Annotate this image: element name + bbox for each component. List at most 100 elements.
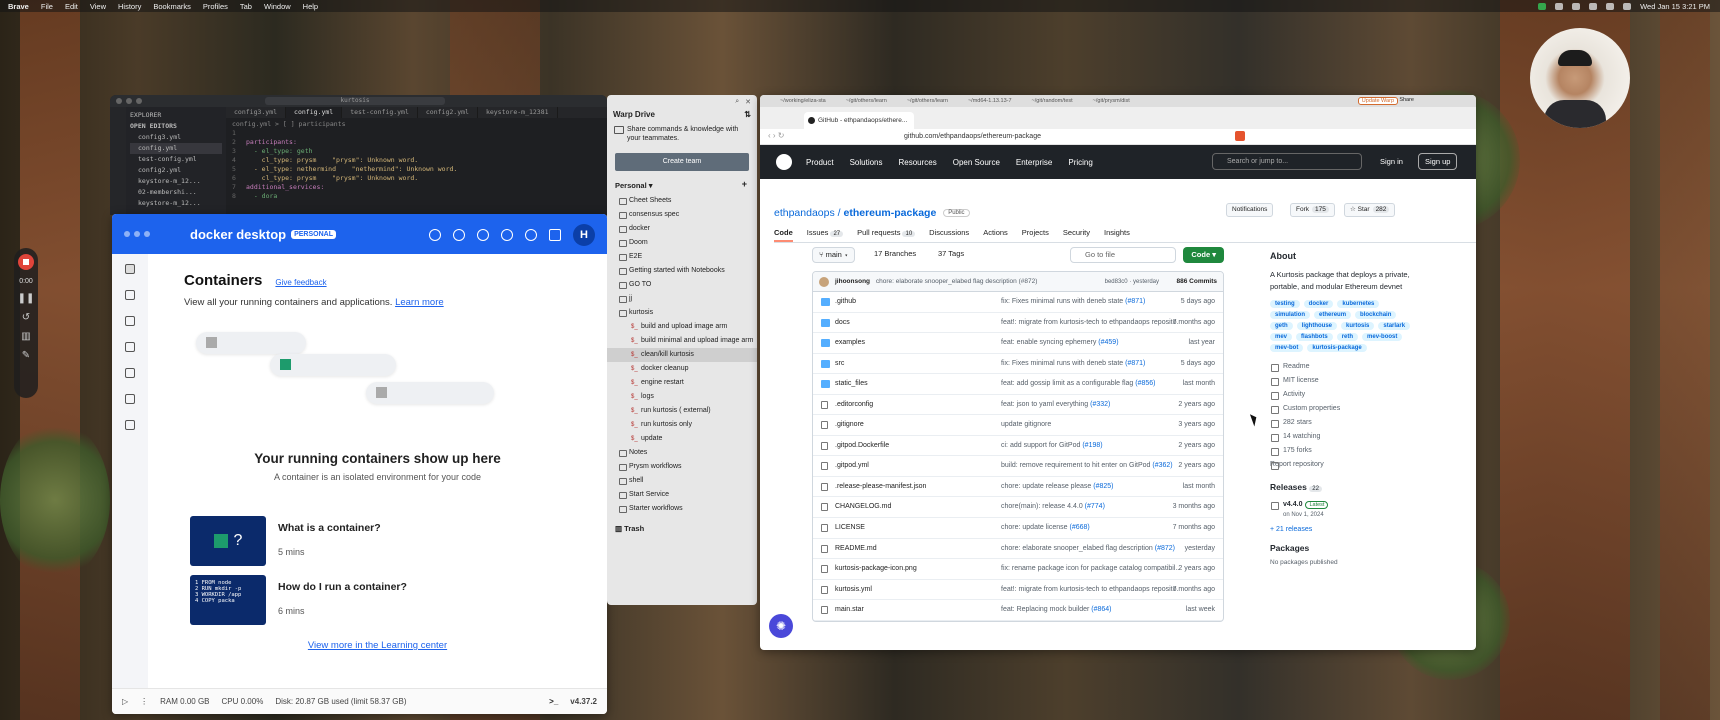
file-name-link[interactable]: kurtosis-package-icon.png bbox=[835, 559, 917, 579]
table-row[interactable]: src fix: Fixes minimal runs with deneb st… bbox=[813, 354, 1223, 375]
table-row[interactable]: .gitignore update gitignore 3 years ago bbox=[813, 415, 1223, 436]
topic-tag[interactable]: blockchain bbox=[1355, 311, 1397, 319]
table-row[interactable]: examples feat: enable syncing ephemery (#… bbox=[813, 333, 1223, 354]
topic-tag[interactable]: mev bbox=[1270, 333, 1293, 341]
pause-icon[interactable]: ❚❚ bbox=[18, 293, 35, 304]
warp-workflow-item[interactable]: engine restart bbox=[607, 376, 757, 390]
more-releases-link[interactable]: + 21 releases bbox=[1270, 526, 1420, 533]
warp-workflow-item[interactable]: update bbox=[607, 432, 757, 446]
commit-author[interactable]: jihoonsong bbox=[835, 278, 870, 285]
builds-icon[interactable] bbox=[125, 342, 135, 352]
commit-message-link[interactable]: feat!: migrate from kurtosis-tech to eth… bbox=[1001, 580, 1179, 600]
nav-solutions[interactable]: Solutions bbox=[850, 158, 883, 167]
window-close-button[interactable] bbox=[116, 98, 122, 104]
control-center-icon[interactable] bbox=[1623, 2, 1632, 10]
menu-window[interactable]: Window bbox=[264, 2, 291, 11]
commit-message-link[interactable]: fix: Fixes minimal runs with deneb state… bbox=[1001, 292, 1145, 312]
github-tab[interactable]: GitHub - ethpandaops/ethere... bbox=[804, 112, 914, 129]
topic-tag[interactable]: flashbots bbox=[1296, 333, 1333, 341]
gear-icon[interactable] bbox=[525, 229, 537, 241]
images-icon[interactable] bbox=[125, 290, 135, 300]
menu-history[interactable]: History bbox=[118, 2, 141, 11]
menubar-clock[interactable]: Wed Jan 15 3:21 PM bbox=[1640, 2, 1710, 11]
stop-recording-button[interactable] bbox=[18, 254, 34, 270]
report-repository-link[interactable]: Report repository bbox=[1270, 458, 1420, 472]
about-link[interactable]: MIT license bbox=[1270, 374, 1420, 388]
open-editors-header[interactable]: OPEN EDITORS bbox=[130, 121, 222, 132]
file-name-link[interactable]: docs bbox=[835, 313, 850, 333]
warp-folder-item[interactable]: jj bbox=[607, 292, 757, 306]
table-row[interactable]: main.star feat: Replacing mock builder (#… bbox=[813, 600, 1223, 621]
editor-tab[interactable]: config2.yml bbox=[418, 107, 478, 118]
window-minimize-button[interactable] bbox=[134, 231, 140, 237]
lesson-title[interactable]: How do I run a container? bbox=[278, 581, 407, 593]
search-icon[interactable]: ⌕ bbox=[735, 98, 739, 106]
pen-icon[interactable]: ✎ bbox=[22, 350, 30, 361]
file-name-link[interactable]: examples bbox=[835, 333, 865, 353]
editor-breadcrumb[interactable]: config.yml > [ ] participants bbox=[232, 120, 601, 129]
battery-icon[interactable] bbox=[1606, 2, 1615, 10]
play-icon[interactable]: ▷ bbox=[122, 697, 128, 706]
editor-tab[interactable]: config.yml bbox=[286, 107, 343, 118]
table-row[interactable]: .release-please-manifest.json chore: upda… bbox=[813, 477, 1223, 498]
pr-link[interactable]: (#864) bbox=[1091, 606, 1111, 613]
menu-edit[interactable]: Edit bbox=[65, 2, 78, 11]
repo-tab-security[interactable]: Security bbox=[1063, 223, 1090, 242]
pr-link[interactable]: (#825) bbox=[1093, 483, 1113, 490]
share-button[interactable]: Share bbox=[1399, 97, 1414, 103]
file-name-link[interactable]: .gitignore bbox=[835, 415, 864, 435]
file-name-link[interactable]: .release-please-manifest.json bbox=[835, 477, 926, 497]
warp-workflow-item[interactable]: logs bbox=[607, 390, 757, 404]
brave-shield-icon[interactable] bbox=[1235, 131, 1245, 141]
pr-link[interactable]: (#774) bbox=[1085, 503, 1105, 510]
editor-tab[interactable]: test-config.yml bbox=[342, 107, 418, 118]
warp-folder-item[interactable]: E2E bbox=[607, 250, 757, 264]
file-name-link[interactable]: README.md bbox=[835, 539, 877, 559]
topic-tag[interactable]: starlark bbox=[1378, 322, 1411, 330]
camera-status-icon[interactable] bbox=[1538, 2, 1547, 10]
commit-message-link[interactable]: feat: enable syncing ephemery (#459) bbox=[1001, 333, 1119, 353]
repo-owner-link[interactable]: ethpandaops bbox=[774, 207, 835, 219]
commit-message-link[interactable]: feat: Replacing mock builder (#864) bbox=[1001, 600, 1112, 620]
editor-tab[interactable]: keystore-m_12381 bbox=[478, 107, 558, 118]
scout-icon[interactable] bbox=[125, 368, 135, 378]
window-minimize-button[interactable] bbox=[126, 98, 132, 104]
repo-tab-insights[interactable]: Insights bbox=[1104, 223, 1130, 242]
commit-message-link[interactable]: update gitignore bbox=[1001, 415, 1051, 435]
pr-link[interactable]: (#332) bbox=[1090, 401, 1110, 408]
url-input[interactable]: github.com/ethpandaops/ethereum-package bbox=[890, 131, 1190, 143]
warp-folder-item[interactable]: Getting started with Notebooks bbox=[607, 264, 757, 278]
explorer-file-item[interactable]: config2.yml bbox=[130, 165, 222, 176]
extensions-icon[interactable] bbox=[125, 394, 135, 404]
topic-tag[interactable]: lighthouse bbox=[1296, 322, 1338, 330]
commit-message-link[interactable]: feat: json to yaml everything (#332) bbox=[1001, 395, 1110, 415]
personal-section[interactable]: Personal bbox=[615, 181, 647, 190]
run-container-lesson-thumbnail[interactable]: 1 FROM node 2 RUN mkdir -p 3 WORKDIR /ap… bbox=[190, 575, 266, 625]
create-team-button[interactable]: Create team bbox=[615, 153, 749, 171]
nav-enterprise[interactable]: Enterprise bbox=[1016, 158, 1052, 167]
fork-button[interactable]: Fork 175 bbox=[1290, 203, 1335, 217]
table-row[interactable]: .gitpod.yml build: remove requirement to … bbox=[813, 456, 1223, 477]
terminal-icon[interactable]: >_ bbox=[549, 697, 558, 706]
nav-product[interactable]: Product bbox=[806, 158, 834, 167]
about-link[interactable]: Custom properties bbox=[1270, 402, 1420, 416]
topic-tag[interactable]: docker bbox=[1303, 300, 1334, 308]
commit-message[interactable]: chore: elaborate snooper_elabed flag des… bbox=[876, 278, 1038, 285]
commit-message-link[interactable]: ci: add support for GitPod (#198) bbox=[1001, 436, 1103, 456]
packages-heading[interactable]: Packages bbox=[1270, 543, 1420, 553]
table-row[interactable]: CHANGELOG.md chore(main): release 4.4.0 (… bbox=[813, 497, 1223, 519]
volumes-icon[interactable] bbox=[125, 316, 135, 326]
topic-tag[interactable]: kubernetes bbox=[1337, 300, 1380, 308]
explorer-file-item[interactable]: keystore-m_12... bbox=[130, 198, 222, 209]
warp-workflow-item[interactable]: run kurtosis only bbox=[607, 418, 757, 432]
notifications-button[interactable]: Notifications bbox=[1226, 203, 1274, 217]
table-row[interactable]: .github fix: Fixes minimal runs with dene… bbox=[813, 292, 1223, 313]
repo-tab-code[interactable]: Code bbox=[774, 223, 793, 242]
terminal-tab[interactable]: ~/md64-1.13.13-7 bbox=[968, 98, 1012, 104]
commit-message-link[interactable]: chore(main): release 4.4.0 (#774) bbox=[1001, 497, 1105, 517]
warp-folder-item[interactable]: Prysm workflows bbox=[607, 460, 757, 474]
topic-tag[interactable]: geth bbox=[1270, 322, 1293, 330]
file-name-link[interactable]: kurtosis.yml bbox=[835, 580, 872, 600]
github-logo-icon[interactable] bbox=[776, 154, 792, 170]
container-lesson-thumbnail[interactable]: ? bbox=[190, 516, 266, 566]
